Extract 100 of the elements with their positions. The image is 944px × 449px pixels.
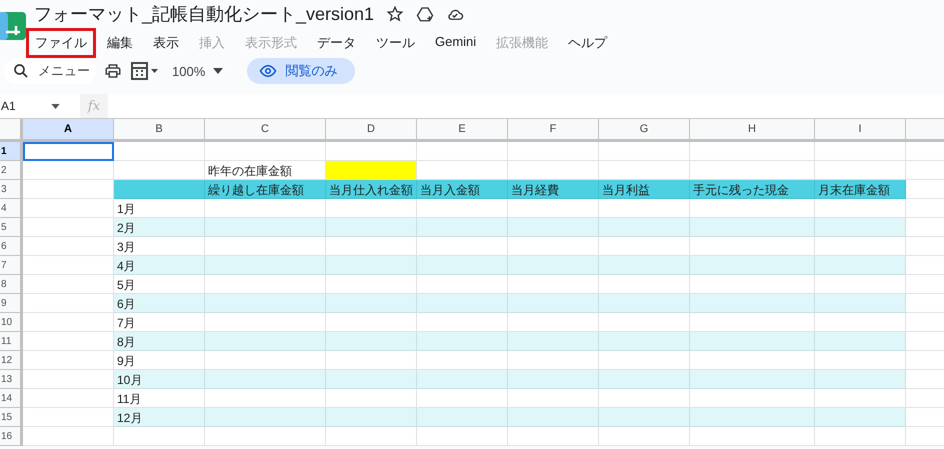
row-header[interactable]: 7 [0, 256, 23, 275]
table-cell[interactable] [326, 256, 417, 275]
row-header[interactable]: 10 [0, 313, 23, 332]
table-cell[interactable] [599, 294, 690, 313]
column-header[interactable]: I [815, 119, 906, 142]
table-cell[interactable] [326, 332, 417, 351]
row-header[interactable]: 4 [0, 199, 23, 218]
table-cell[interactable]: 7月 [114, 313, 205, 332]
table-cell[interactable] [508, 370, 599, 389]
table-cell[interactable] [417, 218, 508, 237]
table-cell[interactable]: 4月 [114, 256, 205, 275]
column-header[interactable]: H [690, 119, 815, 142]
column-header[interactable]: F [508, 119, 599, 142]
table-cell[interactable]: 昨年の在庫金額 [205, 161, 326, 180]
table-cell[interactable] [690, 256, 815, 275]
table-cell[interactable]: 10月 [114, 370, 205, 389]
table-cell[interactable] [815, 370, 906, 389]
table-cell[interactable]: 手元に残った現金 [690, 180, 815, 199]
menu-item[interactable]: ツール [367, 28, 424, 58]
table-cell[interactable]: 当月利益 [599, 180, 690, 199]
table-cell[interactable]: 繰り越し在庫金額 [205, 180, 326, 199]
column-header[interactable]: A [23, 119, 114, 142]
row-header[interactable]: 14 [0, 389, 23, 408]
table-cell[interactable] [417, 294, 508, 313]
column-header[interactable]: B [114, 119, 205, 142]
menu-item[interactable]: Gemini [426, 28, 486, 58]
table-cell[interactable] [815, 332, 906, 351]
table-cell[interactable] [690, 332, 815, 351]
table-cell[interactable]: 6月 [114, 294, 205, 313]
row-header[interactable]: 13 [0, 370, 23, 389]
table-cell[interactable] [326, 294, 417, 313]
table-cell[interactable] [417, 256, 508, 275]
table-cell[interactable] [326, 370, 417, 389]
table-cell[interactable]: 11月 [114, 389, 205, 408]
table-cell[interactable]: 5月 [114, 275, 205, 294]
table-dropdown-icon[interactable] [130, 62, 160, 80]
table-cell[interactable] [508, 218, 599, 237]
table-cell[interactable] [599, 408, 690, 427]
table-cell[interactable] [690, 218, 815, 237]
table-cell[interactable] [205, 294, 326, 313]
column-header[interactable]: C [205, 119, 326, 142]
row-header[interactable]: 12 [0, 351, 23, 370]
table-cell[interactable] [599, 370, 690, 389]
star-icon[interactable] [386, 5, 404, 23]
menu-item[interactable]: ヘルプ [559, 28, 616, 58]
row-header[interactable]: 15 [0, 408, 23, 427]
table-cell[interactable] [508, 256, 599, 275]
row-header[interactable]: 2 [0, 161, 23, 180]
table-cell[interactable] [205, 408, 326, 427]
table-cell[interactable] [205, 332, 326, 351]
table-cell[interactable]: 12月 [114, 408, 205, 427]
table-cell[interactable] [690, 294, 815, 313]
table-cell[interactable] [599, 256, 690, 275]
drive-add-icon[interactable] [416, 5, 434, 23]
menu-search-field[interactable]: メニュー [4, 58, 96, 84]
table-cell[interactable] [815, 408, 906, 427]
column-header[interactable]: G [599, 119, 690, 142]
row-header[interactable]: 8 [0, 275, 23, 294]
table-cell[interactable]: 1月 [114, 199, 205, 218]
table-cell[interactable]: 当月経費 [508, 180, 599, 199]
view-only-button[interactable]: 閲覧のみ [247, 58, 356, 84]
table-cell[interactable] [815, 256, 906, 275]
column-header[interactable] [906, 119, 944, 142]
menu-item[interactable]: データ [308, 28, 365, 58]
row-header[interactable]: 1 [0, 142, 23, 161]
app-logo-icon[interactable] [0, 12, 26, 40]
table-cell[interactable]: 3月 [114, 237, 205, 256]
table-cell[interactable]: 8月 [114, 332, 205, 351]
menu-item[interactable]: 編集 [98, 28, 142, 58]
column-header[interactable]: D [326, 119, 417, 142]
row-header[interactable]: 5 [0, 218, 23, 237]
table-cell[interactable] [417, 370, 508, 389]
select-all-corner[interactable] [0, 119, 23, 142]
table-cell[interactable] [599, 332, 690, 351]
table-cell[interactable] [815, 294, 906, 313]
row-header[interactable]: 6 [0, 237, 23, 256]
table-cell[interactable] [690, 408, 815, 427]
table-cell[interactable] [417, 408, 508, 427]
table-cell[interactable]: 9月 [114, 351, 205, 370]
table-cell[interactable] [205, 256, 326, 275]
table-cell[interactable] [508, 332, 599, 351]
menu-item[interactable]: ファイル [26, 28, 96, 58]
table-cell[interactable] [114, 180, 205, 199]
table-cell[interactable] [815, 218, 906, 237]
row-header[interactable]: 9 [0, 294, 23, 313]
table-cell[interactable] [326, 408, 417, 427]
table-cell[interactable]: 月末在庫金額 [815, 180, 906, 199]
zoom-dropdown[interactable]: 100% [168, 64, 228, 78]
table-cell[interactable]: 当月入金額 [417, 180, 508, 199]
row-header[interactable]: 3 [0, 180, 23, 199]
table-cell[interactable] [417, 332, 508, 351]
menu-item[interactable]: 表示 [144, 28, 188, 58]
row-header[interactable]: 16 [0, 427, 23, 446]
table-cell[interactable] [690, 370, 815, 389]
document-title[interactable]: フォーマット_記帳自動化シート_version1 [34, 2, 374, 26]
table-cell[interactable] [326, 218, 417, 237]
table-cell[interactable] [508, 408, 599, 427]
table-cell[interactable] [599, 218, 690, 237]
print-icon[interactable] [104, 62, 122, 80]
table-cell[interactable] [205, 218, 326, 237]
